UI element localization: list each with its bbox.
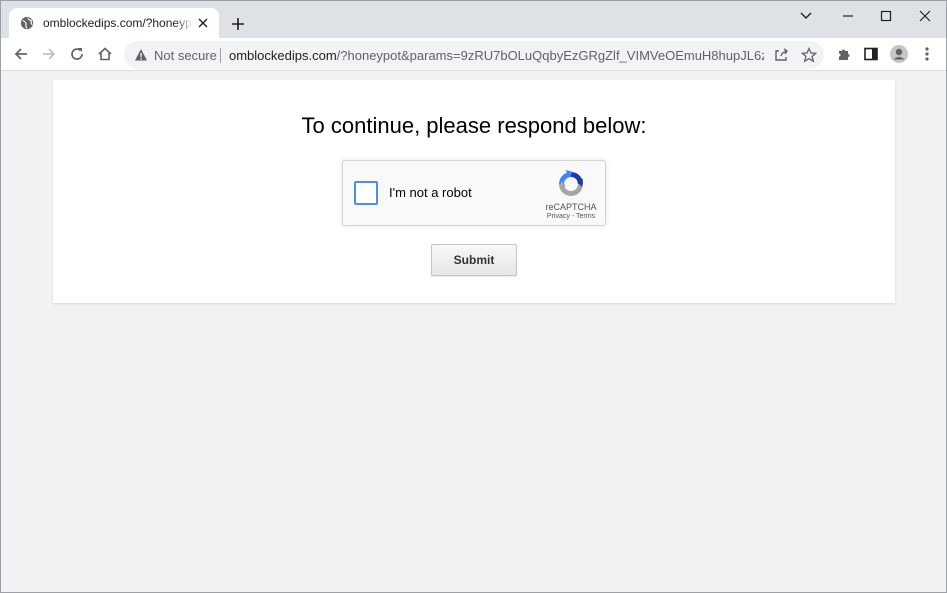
address-bar[interactable]: Not secure omblockedips.com/?honeypot&pa… [124,41,824,69]
puzzle-icon[interactable] [832,42,856,66]
reload-button[interactable] [65,42,89,66]
maximize-icon [880,10,892,22]
divider [220,48,221,63]
chevron-down-icon [800,12,812,19]
security-label[interactable]: Not secure [154,48,217,63]
privacy-link[interactable]: Privacy [547,213,570,220]
forward-arrow-icon [43,48,56,60]
warning-icon[interactable] [134,48,148,62]
robot-checkbox[interactable] [354,181,378,205]
side-panel-icon[interactable] [859,42,883,66]
tab-search-button[interactable] [791,5,821,27]
browser-toolbar: Not secure omblockedips.com/?honeypot&pa… [1,38,946,71]
home-icon [98,47,112,61]
challenge-card: To continue, please respond below: I'm n… [53,80,895,303]
home-button[interactable] [93,42,117,66]
recaptcha-brand: reCAPTCHA [545,202,597,212]
plus-icon [232,18,244,30]
window-close-button[interactable] [910,5,940,27]
url-text[interactable]: omblockedips.com/?honeypot&params=9zRU7b… [229,48,764,63]
page-heading: To continue, please respond below: [301,113,647,138]
share-icon[interactable] [769,43,793,67]
new-tab-button[interactable] [227,13,249,35]
browser-window: omblockedips.com/?honeypot&params=9zRU7b… [0,0,947,593]
maximize-button[interactable] [871,5,901,27]
page-viewport: To continue, please respond below: I'm n… [1,72,946,592]
close-icon [919,10,931,22]
tab-title: omblockedips.com/?honeypot&params=9zRU7b… [43,16,193,30]
forward-button[interactable] [37,42,61,66]
links-separator: - [571,213,575,220]
recaptcha-logo-icon [556,169,586,199]
checkbox-label: I'm not a robot [389,185,472,200]
back-arrow-icon [14,48,27,60]
terms-link[interactable]: Terms [576,213,595,220]
minimize-button[interactable] [833,5,863,27]
globe-icon [19,15,35,31]
active-tab[interactable]: omblockedips.com/?honeypot&params=9zRU7b… [9,8,219,38]
url-path: /?honeypot&params=9zRU7bOLuQqbyEzGRgZlf_… [336,48,764,63]
tab-strip: omblockedips.com/?honeypot&params=9zRU7b… [1,1,946,38]
url-host: omblockedips.com [229,48,337,63]
close-icon[interactable] [195,15,211,31]
back-button[interactable] [9,42,33,66]
reload-icon [71,48,83,60]
recaptcha-widget: I'm not a robot reCAPTCHA Privacy - Term… [342,160,606,226]
avatar-icon[interactable] [887,42,911,66]
star-icon[interactable] [797,43,821,67]
kebab-menu-icon[interactable] [915,42,939,66]
minimize-icon [843,15,853,17]
submit-button[interactable]: Submit [431,244,517,276]
recaptcha-links: Privacy - Terms [533,213,609,220]
